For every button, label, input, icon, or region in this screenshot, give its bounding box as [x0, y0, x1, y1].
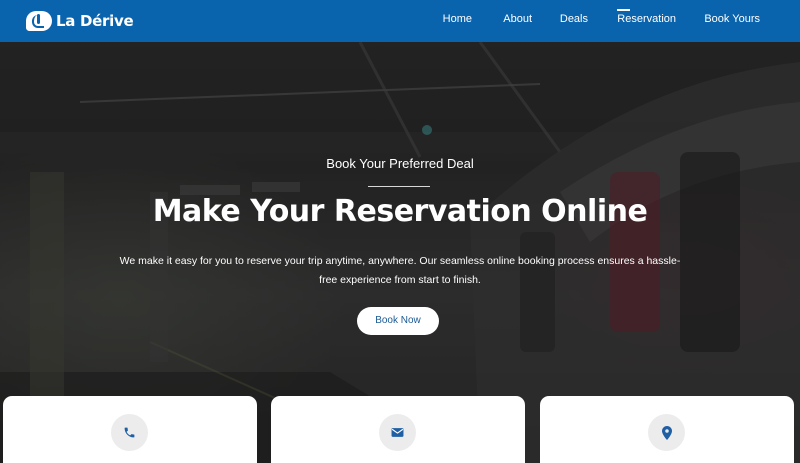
- hero-subtitle: Book Your Preferred Deal: [326, 156, 474, 171]
- nav-item-book-yours[interactable]: Book Yours: [704, 13, 760, 25]
- contact-card-location: [540, 396, 794, 463]
- hero-title: Make Your Reservation Online: [152, 194, 648, 229]
- brand[interactable]: La Dérive: [26, 11, 134, 31]
- contact-card-phone: [3, 396, 257, 463]
- phone-icon[interactable]: [111, 414, 148, 451]
- hero-description: We make it easy for you to reserve your …: [119, 255, 681, 286]
- wave-logo-icon: [26, 11, 52, 31]
- nav-item-reservation[interactable]: Reservation: [617, 9, 676, 25]
- map-pin-icon[interactable]: [648, 414, 685, 451]
- nav-item-about[interactable]: About: [503, 13, 532, 25]
- contact-card-email: [271, 396, 525, 463]
- envelope-icon[interactable]: [379, 414, 416, 451]
- hero-divider: [368, 186, 430, 187]
- brand-name: La Dérive: [56, 12, 134, 30]
- top-navbar: La Dérive Home About Deals Reservation B…: [0, 0, 800, 42]
- nav-item-home[interactable]: Home: [443, 13, 472, 25]
- book-now-button[interactable]: Book Now: [357, 307, 439, 335]
- nav-item-deals[interactable]: Deals: [560, 13, 588, 25]
